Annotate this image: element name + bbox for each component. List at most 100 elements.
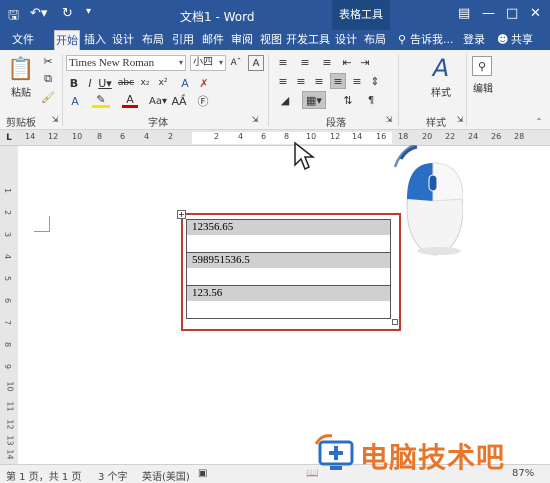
- show-marks-icon[interactable]: ¶: [364, 92, 378, 108]
- clipboard-launcher-icon[interactable]: ⇲: [50, 114, 60, 124]
- redo-icon[interactable]: ↻: [62, 6, 73, 21]
- table-cell[interactable]: 123.56: [186, 285, 391, 319]
- styles-button[interactable]: 样式: [424, 84, 458, 99]
- align-center-icon[interactable]: ≡: [294, 74, 308, 88]
- editing-button[interactable]: 编辑: [468, 80, 498, 95]
- customize-icon[interactable]: ▾: [86, 6, 91, 17]
- maximize-icon[interactable]: □: [506, 6, 518, 21]
- tab-design[interactable]: 设计: [110, 30, 136, 50]
- italic-icon[interactable]: I: [84, 76, 96, 90]
- table-row[interactable]: 598951536.5: [186, 252, 391, 286]
- strikethrough-icon[interactable]: abc: [118, 76, 134, 90]
- styles-icon[interactable]: A: [428, 54, 454, 82]
- table-move-handle[interactable]: +: [177, 210, 186, 219]
- align-left-icon[interactable]: ≡: [276, 74, 290, 88]
- tab-developer[interactable]: 开发工具: [286, 30, 330, 50]
- ruler-number: 6: [120, 132, 126, 141]
- tab-selector-icon[interactable]: L: [3, 132, 15, 144]
- tab-review[interactable]: 审阅: [229, 30, 255, 50]
- ribbon: 📋 粘贴 ✂ ⧉ 🖌 剪贴板 ⇲ Times New Roman ▾ 小四 ▾ …: [0, 50, 550, 130]
- font-name-combo[interactable]: Times New Roman ▾: [66, 55, 186, 71]
- tab-insert[interactable]: 插入: [82, 30, 108, 50]
- paragraph-launcher-icon[interactable]: ⇲: [384, 114, 394, 124]
- paste-button[interactable]: 粘贴: [8, 84, 34, 99]
- macro-record-icon[interactable]: ▣: [198, 468, 207, 479]
- highlight-icon[interactable]: ✎: [92, 93, 110, 108]
- find-icon[interactable]: ⚲: [472, 56, 492, 76]
- justify-icon[interactable]: ≡: [330, 73, 346, 89]
- phonetic-icon[interactable]: AẦ: [171, 94, 186, 108]
- font-launcher-icon[interactable]: ⇲: [250, 114, 260, 124]
- change-case-icon[interactable]: Aa▾: [148, 94, 168, 108]
- borders-icon[interactable]: ▦▾: [302, 91, 326, 109]
- mouse-illustration-icon: [393, 145, 463, 256]
- page-count[interactable]: 第 1 页，共 1 页: [6, 468, 81, 483]
- font-color-icon[interactable]: A: [122, 93, 138, 108]
- separator: [62, 54, 63, 126]
- multilevel-list-icon[interactable]: ≡: [318, 55, 336, 69]
- bold-icon[interactable]: B: [68, 76, 80, 90]
- line-spacing-icon[interactable]: ⇕: [368, 74, 382, 88]
- save-icon[interactable]: 🖫: [8, 6, 19, 28]
- decrease-indent-icon[interactable]: ⇤: [340, 55, 354, 69]
- ribbon-display-icon[interactable]: ▤: [458, 6, 470, 21]
- word-count[interactable]: 3 个字: [98, 468, 128, 483]
- mouse-pointer-icon: [294, 141, 315, 171]
- clear-format-icon[interactable]: ✗: [196, 76, 212, 90]
- table-cell[interactable]: 598951536.5: [186, 252, 391, 286]
- text-effects-icon[interactable]: A: [178, 76, 192, 90]
- numbering-icon[interactable]: ≡: [296, 55, 314, 69]
- styles-launcher-icon[interactable]: ⇲: [455, 114, 465, 124]
- tab-references[interactable]: 引用: [170, 30, 196, 50]
- minimize-icon[interactable]: —: [482, 6, 495, 21]
- text-effect-icon[interactable]: A: [68, 94, 82, 108]
- tell-me-box[interactable]: 告诉我...: [410, 30, 454, 50]
- table-row[interactable]: 123.56: [186, 285, 391, 319]
- table-resize-handle[interactable]: [392, 319, 398, 325]
- horizontal-ruler[interactable]: L 14 12 10 8 6 4 2 2 4 6 8 10 12 14 16 1…: [0, 130, 550, 146]
- bullets-icon[interactable]: ≡: [274, 55, 292, 69]
- subscript-icon[interactable]: x₂: [138, 76, 152, 90]
- format-painter-icon[interactable]: 🖌: [40, 90, 56, 104]
- superscript-icon[interactable]: x²: [156, 76, 170, 90]
- underline-icon[interactable]: U▾: [98, 76, 112, 90]
- cut-icon[interactable]: ✂: [40, 54, 56, 68]
- chevron-down-icon: ▾: [218, 58, 223, 67]
- tab-table-design[interactable]: 设计: [332, 30, 360, 50]
- tab-layout[interactable]: 布局: [140, 30, 166, 50]
- ruler-number: 4: [144, 132, 150, 141]
- word-table[interactable]: 12356.65 598951536.5 123.56: [186, 219, 391, 319]
- copy-icon[interactable]: ⧉: [40, 72, 56, 86]
- vertical-ruler[interactable]: 1 2 3 4 5 6 7 8 9 10 11 12 13 14: [0, 146, 18, 464]
- close-icon[interactable]: ✕: [530, 6, 541, 21]
- paste-icon[interactable]: 📋: [7, 54, 34, 84]
- sort-icon[interactable]: ⇅: [340, 92, 356, 108]
- tab-table-layout[interactable]: 布局: [362, 30, 388, 50]
- group-label-font: 字体: [148, 118, 168, 129]
- share-icon[interactable]: ☻: [497, 30, 508, 50]
- ruler-number: 28: [514, 132, 525, 141]
- character-border-icon[interactable]: A: [248, 55, 264, 71]
- share-button[interactable]: 共享: [511, 30, 533, 50]
- distributed-icon[interactable]: ≡: [350, 74, 364, 88]
- table-cell[interactable]: 12356.65: [186, 219, 391, 253]
- increase-indent-icon[interactable]: ⇥: [358, 55, 372, 69]
- language-indicator[interactable]: 英语(美国): [142, 468, 190, 483]
- tab-file[interactable]: 文件: [6, 30, 40, 50]
- cell-value: 123.56: [187, 286, 390, 301]
- tab-home[interactable]: 开始: [54, 30, 80, 50]
- enclose-char-icon[interactable]: Ⓕ: [196, 94, 210, 108]
- tab-mailings[interactable]: 邮件: [200, 30, 226, 50]
- separator: [268, 54, 269, 126]
- shading-icon[interactable]: ◢: [276, 92, 294, 108]
- table-row[interactable]: 12356.65: [186, 219, 391, 253]
- login-link[interactable]: 登录: [463, 30, 485, 50]
- watermark-logo-icon: [314, 434, 354, 470]
- grow-font-icon[interactable]: Aˆ: [230, 55, 242, 71]
- font-size-combo[interactable]: 小四 ▾: [190, 55, 226, 71]
- tab-view[interactable]: 视图: [258, 30, 284, 50]
- ribbon-tab-row: 文件 开始 插入 设计 布局 引用 邮件 审阅 视图 开发工具 设计 布局 ⚲ …: [0, 30, 550, 50]
- align-right-icon[interactable]: ≡: [312, 74, 326, 88]
- collapse-ribbon-icon[interactable]: ⌃: [534, 116, 544, 126]
- undo-icon[interactable]: ↶▾: [30, 6, 47, 21]
